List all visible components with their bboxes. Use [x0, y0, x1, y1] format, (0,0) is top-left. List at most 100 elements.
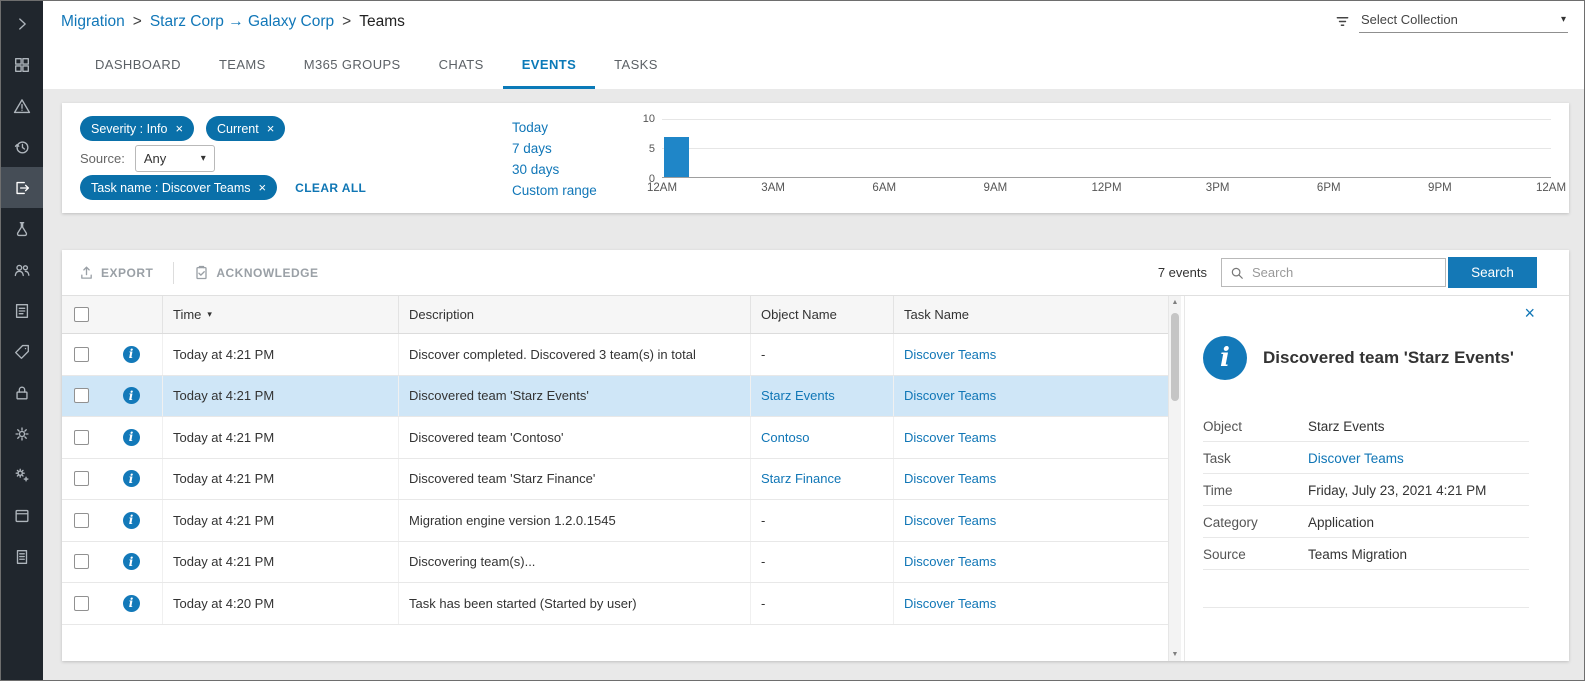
source-label: Source:: [80, 151, 125, 166]
sidebar-toggle[interactable]: [1, 3, 43, 44]
info-icon[interactable]: i: [123, 346, 140, 363]
table-row-selected[interactable]: i Today at 4:21 PM Discovered team 'Star…: [62, 376, 1168, 418]
source-dropdown[interactable]: Any ▾: [135, 145, 215, 172]
task-name-link[interactable]: Discover Teams: [893, 334, 1168, 375]
sidebar-item-services[interactable]: [1, 454, 43, 495]
close-icon[interactable]: ×: [267, 122, 275, 135]
breadcrumb-migration[interactable]: Migration: [61, 13, 125, 31]
table-row[interactable]: i Today at 4:21 PM Discover completed. D…: [62, 334, 1168, 376]
gear-icon: [13, 425, 31, 443]
row-checkbox[interactable]: [74, 388, 89, 403]
sidebar-item-events[interactable]: [1, 167, 43, 208]
column-header-time[interactable]: Time ▾: [162, 296, 398, 333]
task-name-link[interactable]: Discover Teams: [893, 459, 1168, 500]
object-name-cell: -: [750, 334, 893, 375]
close-icon[interactable]: ×: [1524, 304, 1535, 322]
time-cell: Today at 4:21 PM: [162, 334, 398, 375]
breadcrumb-project[interactable]: Starz Corp → Galaxy Corp: [150, 13, 334, 31]
object-name-cell[interactable]: Contoso: [750, 417, 893, 458]
column-header-task-name[interactable]: Task Name: [893, 296, 1168, 333]
detail-fields: Object Starz Events Task Discover Teams …: [1203, 410, 1529, 608]
task-name-link[interactable]: Discover Teams: [893, 417, 1168, 458]
row-checkbox[interactable]: [74, 513, 89, 528]
table-header-row: Time ▾ Description Object Name Task Name: [62, 296, 1168, 334]
info-icon[interactable]: i: [123, 553, 140, 570]
search-input[interactable]: [1250, 264, 1437, 281]
object-name-cell[interactable]: Starz Events: [750, 376, 893, 417]
sidebar-item-reports[interactable]: [1, 290, 43, 331]
close-icon[interactable]: ×: [259, 181, 267, 194]
row-checkbox[interactable]: [74, 554, 89, 569]
sidebar-item-documents[interactable]: [1, 536, 43, 577]
sidebar-item-settings[interactable]: [1, 413, 43, 454]
table-row[interactable]: i Today at 4:21 PM Discovered team 'Star…: [62, 459, 1168, 501]
detail-field-category: Category Application: [1203, 506, 1529, 538]
row-checkbox[interactable]: [74, 347, 89, 362]
range-7-days[interactable]: 7 days: [512, 138, 630, 159]
tab-m365-groups[interactable]: M365 GROUPS: [285, 42, 420, 89]
clear-all-button[interactable]: CLEAR ALL: [295, 181, 366, 195]
column-header-description[interactable]: Description: [398, 296, 750, 333]
column-header-object-name[interactable]: Object Name: [750, 296, 893, 333]
select-collection-label: Select Collection: [1361, 12, 1458, 27]
filter-chip-severity[interactable]: Severity : Info ×: [80, 116, 194, 141]
tab-teams[interactable]: TEAMS: [200, 42, 285, 89]
sidebar-item-projects[interactable]: [1, 495, 43, 536]
field-label: Time: [1203, 483, 1308, 498]
info-icon[interactable]: i: [123, 512, 140, 529]
row-checkbox[interactable]: [74, 596, 89, 611]
table-row[interactable]: i Today at 4:21 PM Discovering team(s)..…: [62, 542, 1168, 584]
scroll-up-icon[interactable]: ▲: [1172, 299, 1179, 306]
object-name-cell[interactable]: Starz Finance: [750, 459, 893, 500]
task-name-link[interactable]: Discover Teams: [893, 376, 1168, 417]
tab-dashboard[interactable]: DASHBOARD: [76, 42, 200, 89]
chart-x-tick: 6AM: [872, 182, 896, 194]
report-list-icon: [13, 302, 31, 320]
object-name-cell: -: [750, 583, 893, 624]
info-icon[interactable]: i: [123, 595, 140, 612]
scroll-down-icon[interactable]: ▼: [1172, 651, 1179, 658]
select-all-checkbox[interactable]: [74, 307, 89, 322]
info-icon[interactable]: i: [123, 470, 140, 487]
export-button[interactable]: EXPORT: [79, 265, 153, 280]
range-30-days[interactable]: 30 days: [512, 159, 630, 180]
sidebar-item-users[interactable]: [1, 249, 43, 290]
table-row[interactable]: i Today at 4:21 PM Migration engine vers…: [62, 500, 1168, 542]
sidebar-item-alerts[interactable]: [1, 85, 43, 126]
filter-chip-label: Current: [217, 122, 259, 136]
table-row[interactable]: i Today at 4:21 PM Discovered team 'Cont…: [62, 417, 1168, 459]
tab-tasks[interactable]: TASKS: [595, 42, 677, 89]
scrollbar-thumb[interactable]: [1171, 313, 1179, 401]
tab-chats[interactable]: CHATS: [420, 42, 503, 89]
field-value: Friday, July 23, 2021 4:21 PM: [1308, 483, 1486, 498]
range-custom[interactable]: Custom range: [512, 180, 630, 201]
sidebar-item-dashboard[interactable]: [1, 44, 43, 85]
acknowledge-button[interactable]: ACKNOWLEDGE: [194, 265, 318, 280]
info-icon[interactable]: i: [123, 387, 140, 404]
table-row[interactable]: i Today at 4:20 PM Task has been started…: [62, 583, 1168, 625]
filter-chip-current[interactable]: Current ×: [206, 116, 285, 141]
tab-events[interactable]: EVENTS: [503, 42, 595, 89]
row-checkbox[interactable]: [74, 471, 89, 486]
sidebar-item-security[interactable]: [1, 372, 43, 413]
field-value: Application: [1308, 515, 1374, 530]
close-icon[interactable]: ×: [175, 122, 183, 135]
task-name-link[interactable]: Discover Teams: [893, 500, 1168, 541]
task-name-link[interactable]: Discover Teams: [1308, 451, 1404, 466]
sidebar-item-history[interactable]: [1, 126, 43, 167]
row-checkbox[interactable]: [74, 430, 89, 445]
event-detail-panel: × i Discovered team 'Starz Events' Objec…: [1184, 296, 1549, 661]
field-label: Category: [1203, 515, 1308, 530]
app-window: Migration > Starz Corp → Galaxy Corp > T…: [0, 0, 1585, 681]
task-name-link[interactable]: Discover Teams: [893, 583, 1168, 624]
search-button[interactable]: Search: [1448, 257, 1537, 288]
select-collection-dropdown[interactable]: Select Collection ▾: [1359, 10, 1568, 33]
sidebar-item-tags[interactable]: [1, 331, 43, 372]
vertical-scrollbar[interactable]: ▲ ▼: [1168, 296, 1181, 661]
range-today[interactable]: Today: [512, 117, 630, 138]
sidebar-item-discovery[interactable]: [1, 208, 43, 249]
info-icon[interactable]: i: [123, 429, 140, 446]
description-cell: Discovered team 'Contoso': [398, 417, 750, 458]
filter-chip-task-name[interactable]: Task name : Discover Teams ×: [80, 175, 277, 200]
task-name-link[interactable]: Discover Teams: [893, 542, 1168, 583]
